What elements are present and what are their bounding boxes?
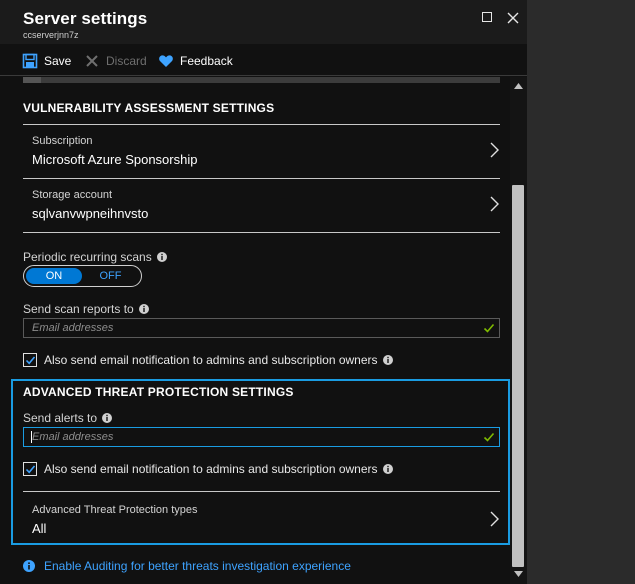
- blade-title: Server settings: [23, 9, 148, 28]
- alerts-email-input[interactable]: Email addresses: [23, 427, 500, 447]
- save-button[interactable]: Save: [22, 52, 71, 70]
- vulnerability-section-title: VULNERABILITY ASSESSMENT SETTINGS: [23, 101, 275, 115]
- subscription-value: Microsoft Azure Sponsorship: [32, 152, 198, 167]
- threat-types-value: All: [32, 521, 47, 536]
- also-send-vulnerability-row: Also send email notification to admins a…: [23, 353, 393, 367]
- threat-types-label: Advanced Threat Protection types: [32, 504, 198, 516]
- command-bar: Save Discard Feedback: [0, 44, 527, 76]
- chevron-right-icon: [490, 142, 499, 158]
- server-settings-blade: Server settings ccserverjnn7z Save Disca…: [0, 0, 527, 584]
- info-icon[interactable]: [102, 413, 113, 423]
- enable-auditing-link[interactable]: Enable Auditing for better threats inves…: [23, 559, 351, 573]
- blade-content: VULNERABILITY ASSESSMENT SETTINGS Subscr…: [0, 77, 510, 584]
- checkmark-icon: [25, 356, 36, 365]
- periodic-scans-toggle[interactable]: ON OFF: [23, 265, 142, 287]
- storage-account-value: sqlvanvwpneihnvsto: [32, 206, 149, 221]
- save-label: Save: [44, 54, 72, 68]
- threat-protection-types-row[interactable]: Advanced Threat Protection types All: [23, 492, 500, 544]
- subscription-label: Subscription: [32, 135, 93, 147]
- periodic-scans-label: Periodic recurring scans: [23, 250, 167, 264]
- close-icon: [507, 12, 519, 24]
- chevron-right-icon: [490, 196, 499, 212]
- info-icon[interactable]: [382, 355, 393, 365]
- info-icon[interactable]: [382, 464, 393, 474]
- vertical-scrollbar[interactable]: [510, 77, 527, 584]
- blade-header: Server settings ccserverjnn7z: [0, 0, 527, 44]
- email-placeholder: Email addresses: [32, 322, 114, 334]
- also-send-threat-row: Also send email notification to admins a…: [23, 462, 393, 476]
- checkmark-icon: [25, 465, 36, 474]
- maximize-icon: [482, 12, 492, 22]
- send-alerts-label: Send alerts to: [23, 411, 113, 425]
- maximize-button[interactable]: [480, 10, 496, 26]
- scroll-down-arrow-icon[interactable]: [514, 571, 523, 577]
- info-icon[interactable]: [156, 252, 167, 262]
- also-send-vulnerability-label: Also send email notification to admins a…: [44, 353, 378, 367]
- discard-icon: [86, 55, 98, 67]
- subscription-row[interactable]: Subscription Microsoft Azure Sponsorship: [23, 125, 500, 177]
- chevron-right-icon: [490, 511, 499, 527]
- checkmark-icon: [483, 432, 495, 442]
- send-scan-reports-label: Send scan reports to: [23, 302, 149, 316]
- previous-control-stub: [23, 77, 500, 83]
- blade-subtitle: ccserverjnn7z: [23, 30, 79, 40]
- storage-account-label: Storage account: [32, 189, 113, 201]
- feedback-label: Feedback: [180, 54, 233, 68]
- feedback-heart-icon: [159, 55, 173, 67]
- storage-account-row[interactable]: Storage account sqlvanvwpneihnvsto: [23, 179, 500, 231]
- enable-auditing-text: Enable Auditing for better threats inves…: [44, 559, 351, 573]
- divider: [23, 232, 500, 233]
- also-send-threat-label: Also send email notification to admins a…: [44, 462, 378, 476]
- also-send-vulnerability-checkbox[interactable]: [23, 353, 37, 367]
- send-alerts-text: Send alerts to: [23, 411, 98, 425]
- threat-protection-section-title: ADVANCED THREAT PROTECTION SETTINGS: [23, 385, 294, 399]
- toggle-on-option[interactable]: ON: [26, 268, 82, 284]
- scrollbar-thumb[interactable]: [512, 185, 524, 567]
- discard-label: Discard: [106, 54, 147, 68]
- toggle-off-option[interactable]: OFF: [82, 268, 139, 284]
- scroll-up-arrow-icon[interactable]: [514, 83, 523, 89]
- checkmark-icon: [483, 323, 495, 333]
- info-icon: [23, 560, 35, 572]
- send-scan-reports-text: Send scan reports to: [23, 302, 134, 316]
- close-button[interactable]: [505, 10, 521, 26]
- save-icon: [22, 53, 38, 69]
- backdrop-overlay: [527, 0, 635, 584]
- periodic-scans-text: Periodic recurring scans: [23, 250, 152, 264]
- info-icon[interactable]: [138, 304, 149, 314]
- discard-button[interactable]: Discard: [84, 52, 147, 70]
- scan-reports-email-input[interactable]: Email addresses: [23, 318, 500, 338]
- feedback-button[interactable]: Feedback: [158, 52, 233, 70]
- email-placeholder: Email addresses: [32, 431, 114, 443]
- also-send-threat-checkbox[interactable]: [23, 462, 37, 476]
